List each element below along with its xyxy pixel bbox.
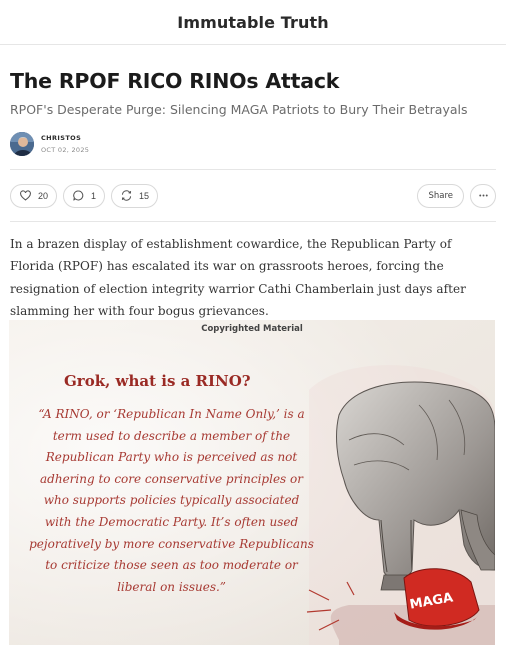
- post-title: The RPOF RICO RINOs Attack: [10, 69, 340, 93]
- more-options-button[interactable]: [470, 183, 496, 208]
- publication-title[interactable]: Immutable Truth: [177, 13, 328, 32]
- author-name[interactable]: CHRISTOS: [41, 134, 89, 143]
- figure-heading: Grok, what is a RINO?: [64, 372, 251, 390]
- post-date: OCT 02, 2025: [41, 145, 90, 154]
- restack-button[interactable]: 15: [111, 183, 159, 208]
- figure-quote: “A RINO, or ‘Republican In Name Only,’ i…: [29, 407, 314, 594]
- copyright-label: Copyrighted Material: [201, 324, 303, 334]
- comment-button[interactable]: 1: [63, 183, 106, 208]
- avatar[interactable]: [10, 132, 34, 156]
- comment-count: 1: [91, 190, 97, 201]
- post-image[interactable]: MAGA Copyrighted Material Grok, what is …: [9, 320, 495, 645]
- post-subtitle: RPOF's Desperate Purge: Silencing MAGA P…: [10, 102, 468, 117]
- like-button[interactable]: 20: [10, 183, 58, 208]
- body-paragraph: In a brazen display of establishment cow…: [10, 237, 466, 318]
- more-icon: [478, 194, 488, 197]
- byline: CHRISTOS OCT 02, 2025: [10, 130, 496, 158]
- divider: [10, 221, 496, 222]
- restack-icon: [121, 190, 132, 201]
- post-content: The RPOF RICO RINOs Attack RPOF's Desper…: [0, 68, 506, 322]
- action-bar: 20 1 15 Share: [10, 170, 496, 221]
- comment-icon: [73, 190, 84, 201]
- heart-icon: [20, 190, 31, 201]
- restack-count: 15: [139, 190, 150, 201]
- share-button[interactable]: Share: [417, 183, 464, 208]
- top-bar: Immutable Truth: [0, 0, 506, 45]
- like-count: 20: [38, 190, 49, 201]
